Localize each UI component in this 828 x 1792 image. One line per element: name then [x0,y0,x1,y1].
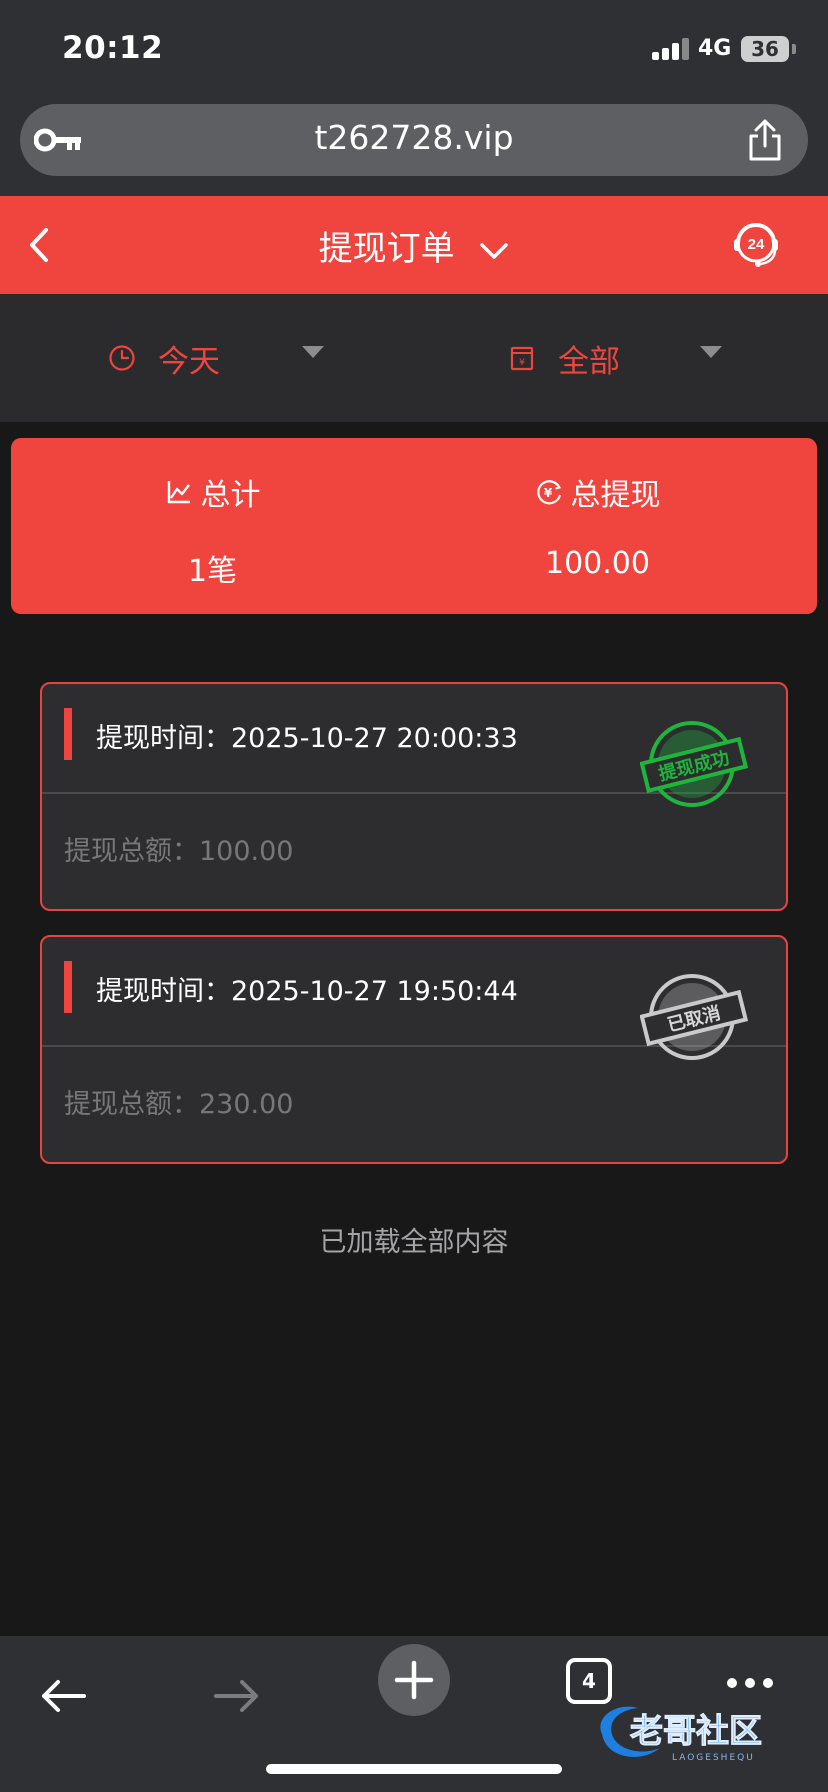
forward-arrow-icon[interactable] [212,1676,262,1716]
app-header: 提现订单 24 [0,196,828,294]
total-value: 1笔 [187,554,238,589]
withdraw-value: 100.00 [545,546,650,581]
chevron-down-icon [480,242,509,259]
yuan-coin-icon: ¥ [536,480,561,505]
accent-bar [64,708,72,760]
more-icon[interactable] [726,1676,774,1690]
url-text[interactable]: t262728.vip [20,118,808,157]
new-tab-button[interactable] [378,1644,450,1716]
page-title: 提现订单 [318,229,455,269]
address-bar[interactable]: t262728.vip [20,104,808,176]
date-filter-label: 今天 [158,343,220,380]
total-label: 总计 [200,478,261,513]
battery-icon: 36 [741,36,789,62]
order-card[interactable]: 提现时间：2025-10-27 19:50:44 提现总额：230.00 已取消 [40,935,788,1164]
order-time-row: 提现时间：2025-10-27 19:50:44 [96,976,518,1007]
filter-bar: 今天 ¥ 全部 [0,294,828,422]
clock-icon [109,345,135,371]
caret-down-icon [700,346,722,358]
watermark-logo: 老哥社区 LAOGESHEQU [600,1706,763,1763]
status-time: 20:12 [62,30,164,66]
share-icon[interactable] [745,118,785,162]
home-indicator [266,1764,562,1774]
browser-address-area: t262728.vip [0,96,828,196]
order-amount-row: 提现总额：230.00 [64,1089,294,1120]
order-time: 2025-10-27 20:00:33 [231,723,518,754]
category-filter[interactable]: ¥ 全部 [508,338,722,380]
order-card[interactable]: 提现时间：2025-10-27 20:00:33 提现总额：100.00 提现成… [40,682,788,911]
summary-card: 总计 1笔 ¥ 总提现 100.00 [11,438,817,614]
status-bar: 20:12 4G 36 [0,0,828,96]
back-arrow-icon[interactable] [38,1676,88,1716]
plus-icon [394,1660,434,1700]
watermark-subtext: LAOGESHEQU [672,1753,755,1763]
customer-support-icon[interactable]: 24 [730,218,782,270]
date-filter[interactable]: 今天 [108,338,324,380]
summary-withdraw: ¥ 总提现 100.00 [396,438,799,614]
wallet-icon: ¥ [510,346,534,371]
category-filter-label: 全部 [558,343,620,380]
load-complete-text: 已加载全部内容 [319,1227,509,1258]
status-stamp-cancelled: 已取消 [640,974,748,1060]
chart-line-icon [167,481,190,504]
order-amount: 100.00 [199,836,294,867]
svg-text:¥: ¥ [543,486,552,500]
page-title-dropdown[interactable]: 提现订单 [0,221,828,270]
order-amount: 230.00 [199,1089,294,1120]
status-stamp-success: 提现成功 [640,721,748,807]
order-amount-row: 提现总额：100.00 [64,836,294,867]
cellular-signal-icon [652,38,690,60]
support-label: 24 [748,236,765,253]
accent-bar [64,961,72,1013]
caret-down-icon [302,346,324,358]
battery-tip [792,44,796,54]
order-time: 2025-10-27 19:50:44 [231,976,518,1007]
network-type: 4G [698,36,732,61]
summary-total: 总计 1笔 [11,438,414,614]
svg-text:¥: ¥ [519,358,525,368]
order-time-row: 提现时间：2025-10-27 20:00:33 [96,723,518,754]
watermark-text: 老哥社区 [630,1711,762,1750]
withdraw-label: 总提现 [570,478,661,513]
